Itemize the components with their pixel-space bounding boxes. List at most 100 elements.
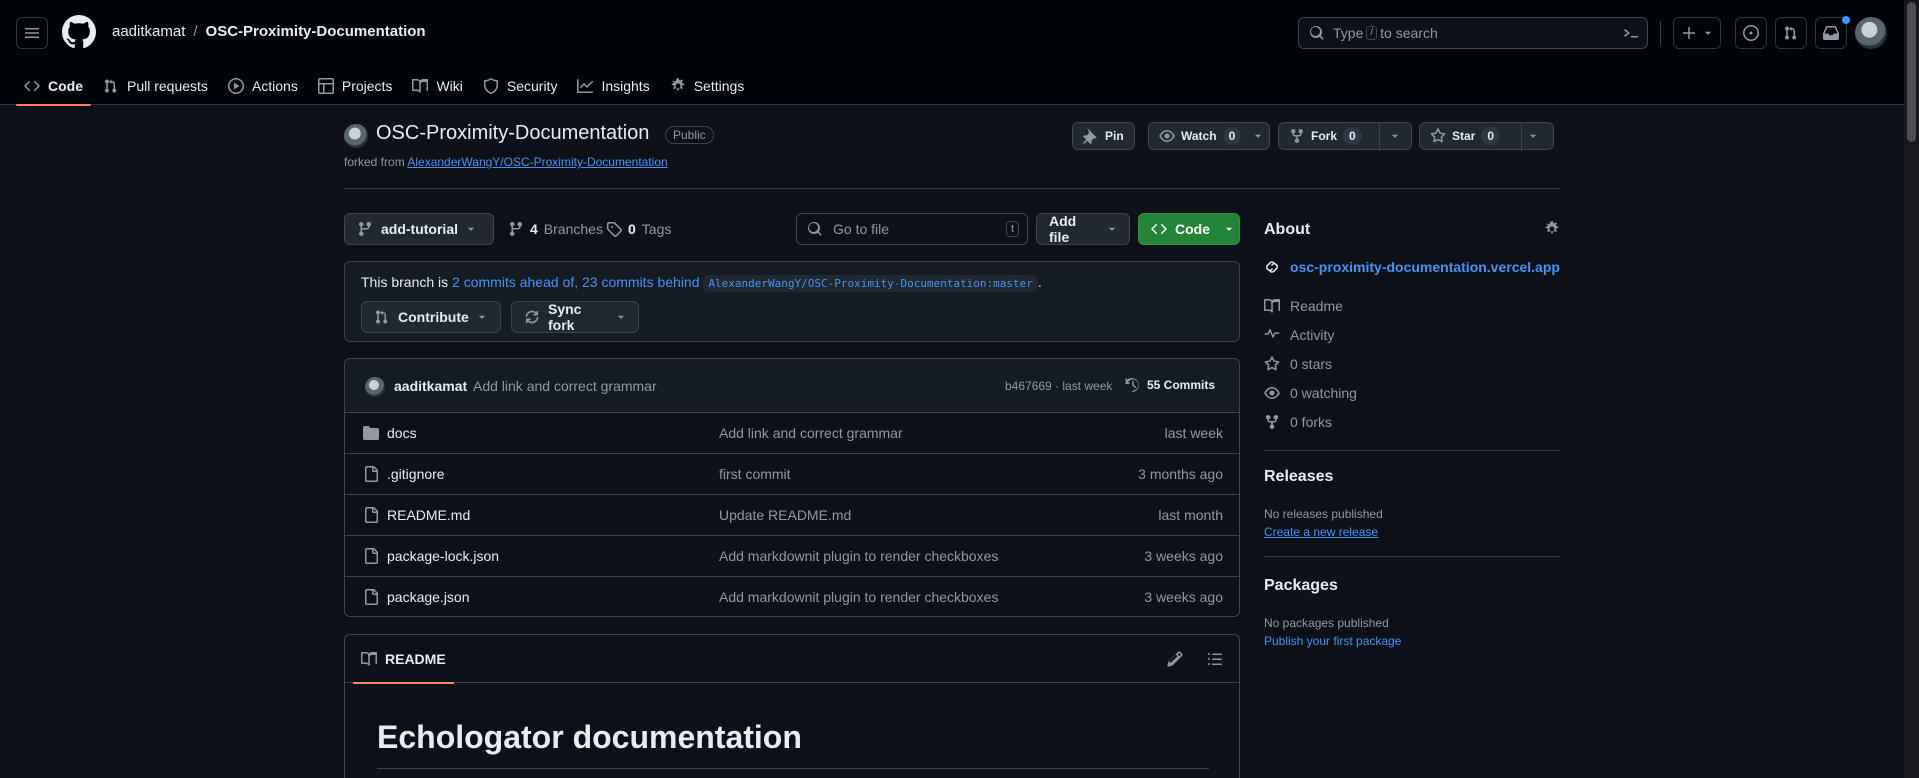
go-to-file-input[interactable]: Go to file t (796, 213, 1028, 245)
commits-behind-link[interactable]: 23 commits behind (582, 274, 700, 290)
user-avatar[interactable] (1855, 17, 1887, 49)
file-name[interactable]: docs (387, 425, 417, 441)
pull-request-icon (105, 79, 117, 93)
github-logo-icon[interactable] (62, 15, 96, 49)
tab-projects[interactable]: Projects (310, 66, 401, 105)
releases-title[interactable]: Releases (1264, 468, 1333, 486)
pin-icon (1083, 128, 1097, 144)
branch-status-text: This branch is 2 commits ahead of, 23 co… (361, 274, 1042, 292)
tab-settings[interactable]: Settings (662, 66, 753, 105)
contribute-button[interactable]: Contribute (361, 301, 501, 333)
fork-button[interactable]: Fork 0 (1278, 122, 1412, 151)
activity-link[interactable]: Activity (1264, 327, 1334, 343)
owner-avatar[interactable] (344, 124, 368, 148)
branches-label: Branches (543, 221, 603, 237)
upstream-ref[interactable]: AlexanderWangY/OSC-Proximity-Documentati… (703, 275, 1038, 292)
file-commit-message[interactable]: Add link and correct grammar (719, 425, 903, 441)
file-row[interactable]: package.json Add markdownit plugin to re… (345, 577, 1239, 616)
breadcrumb-separator: / (193, 23, 198, 40)
branch-status-suffix: . (1037, 274, 1042, 290)
pencil-icon[interactable] (1167, 651, 1183, 667)
tab-actions[interactable]: Actions (220, 66, 306, 105)
tab-label: Code (48, 77, 83, 94)
tab-wiki[interactable]: Wiki (404, 66, 470, 105)
packages-empty: No packages published (1264, 616, 1389, 630)
header-divider (1660, 21, 1661, 45)
file-row[interactable]: .gitignore first commit 3 months ago (345, 454, 1239, 495)
commits-link[interactable]: 55 Commits (1125, 377, 1215, 393)
chevron-down-icon[interactable] (1253, 131, 1263, 141)
eye-icon (1264, 387, 1280, 399)
scrollbar[interactable] (1904, 0, 1919, 778)
watching-link[interactable]: 0 watching (1264, 385, 1357, 401)
file-commit-message[interactable]: first commit (719, 466, 791, 482)
forks-link[interactable]: 0 forks (1264, 414, 1332, 430)
readme-link-label: Readme (1290, 298, 1343, 314)
add-file-button[interactable]: Add file (1036, 213, 1130, 245)
file-name[interactable]: .gitignore (387, 466, 445, 482)
commits-ahead-link[interactable]: 2 commits ahead of, (452, 274, 578, 290)
branch-selector[interactable]: add-tutorial (344, 213, 494, 245)
file-row[interactable]: docs Add link and correct grammar last w… (345, 413, 1239, 454)
code-icon (24, 80, 40, 91)
file-name[interactable]: README.md (387, 507, 470, 523)
breadcrumb-repo[interactable]: OSC-Proximity-Documentation (206, 23, 426, 40)
sync-fork-button[interactable]: Sync fork (511, 301, 639, 333)
search-placeholder-prefix: Type (1333, 25, 1364, 41)
commit-author[interactable]: aaditkamat (394, 378, 467, 394)
commit-meta[interactable]: b467669 · last week (1005, 379, 1112, 393)
tab-security[interactable]: Security (475, 66, 566, 105)
tab-label: Security (506, 77, 558, 94)
file-row[interactable]: package-lock.json Add markdownit plugin … (345, 536, 1239, 577)
menu-button[interactable] (16, 17, 48, 49)
stars-link[interactable]: 0 stars (1264, 356, 1332, 372)
readme-panel: README Echologator documentation (344, 634, 1240, 778)
commit-author-avatar[interactable] (365, 377, 385, 397)
watch-button[interactable]: Watch 0 (1148, 122, 1270, 150)
book-icon (1264, 299, 1280, 313)
inbox-icon (1823, 26, 1839, 40)
list-icon[interactable] (1207, 651, 1223, 667)
chevron-down-icon[interactable] (1528, 131, 1538, 141)
pin-button[interactable]: Pin (1072, 122, 1135, 150)
file-row[interactable]: README.md Update README.md last month (345, 495, 1239, 536)
forked-from-link[interactable]: AlexanderWangY/OSC-Proximity-Documentati… (407, 155, 667, 169)
file-date: 3 months ago (1138, 466, 1223, 482)
tags-link[interactable]: 0 Tags (606, 221, 671, 237)
pull-requests-button[interactable] (1775, 17, 1807, 49)
readme-tab[interactable]: README (353, 635, 454, 684)
readme-link[interactable]: Readme (1264, 298, 1343, 314)
packages-title[interactable]: Packages (1264, 577, 1338, 595)
create-new-button[interactable] (1673, 17, 1721, 49)
file-commit-message[interactable]: Add markdownit plugin to render checkbox… (719, 548, 998, 564)
publish-package-link[interactable]: Publish your first package (1264, 634, 1401, 648)
file-name[interactable]: package-lock.json (387, 548, 499, 564)
star-button[interactable]: Star 0 (1419, 122, 1554, 151)
search-input[interactable]: Type / to search (1298, 17, 1648, 49)
code-button[interactable]: Code (1138, 213, 1240, 245)
branches-link[interactable]: 4 Branches (508, 221, 603, 237)
scrollbar-thumb[interactable] (1907, 2, 1916, 142)
pulse-icon (1264, 329, 1280, 338)
tab-pull-requests[interactable]: Pull requests (95, 66, 216, 105)
commit-message[interactable]: Add link and correct grammar (473, 378, 657, 394)
issues-button[interactable] (1735, 17, 1767, 49)
breadcrumb-owner[interactable]: aaditkamat (112, 23, 185, 40)
gear-icon[interactable] (1544, 221, 1560, 237)
file-name[interactable]: package.json (387, 589, 470, 605)
tag-icon (606, 222, 622, 237)
hamburger-icon (25, 28, 39, 38)
branch-icon (359, 221, 371, 237)
tab-insights[interactable]: Insights (569, 66, 657, 105)
file-date: 3 weeks ago (1144, 589, 1223, 605)
eye-icon (1159, 130, 1175, 142)
command-palette-icon[interactable] (1623, 25, 1639, 41)
file-commit-message[interactable]: Add markdownit plugin to render checkbox… (719, 589, 998, 605)
website-link[interactable]: osc-proximity-documentation.vercel.app (1264, 259, 1560, 275)
tab-code[interactable]: Code (16, 66, 91, 106)
repo-title[interactable]: OSC-Proximity-Documentation (376, 122, 649, 145)
file-commit-message[interactable]: Update README.md (719, 507, 851, 523)
create-release-link[interactable]: Create a new release (1264, 525, 1378, 539)
chevron-down-icon[interactable] (1390, 131, 1400, 141)
star-count: 0 (1481, 127, 1501, 145)
